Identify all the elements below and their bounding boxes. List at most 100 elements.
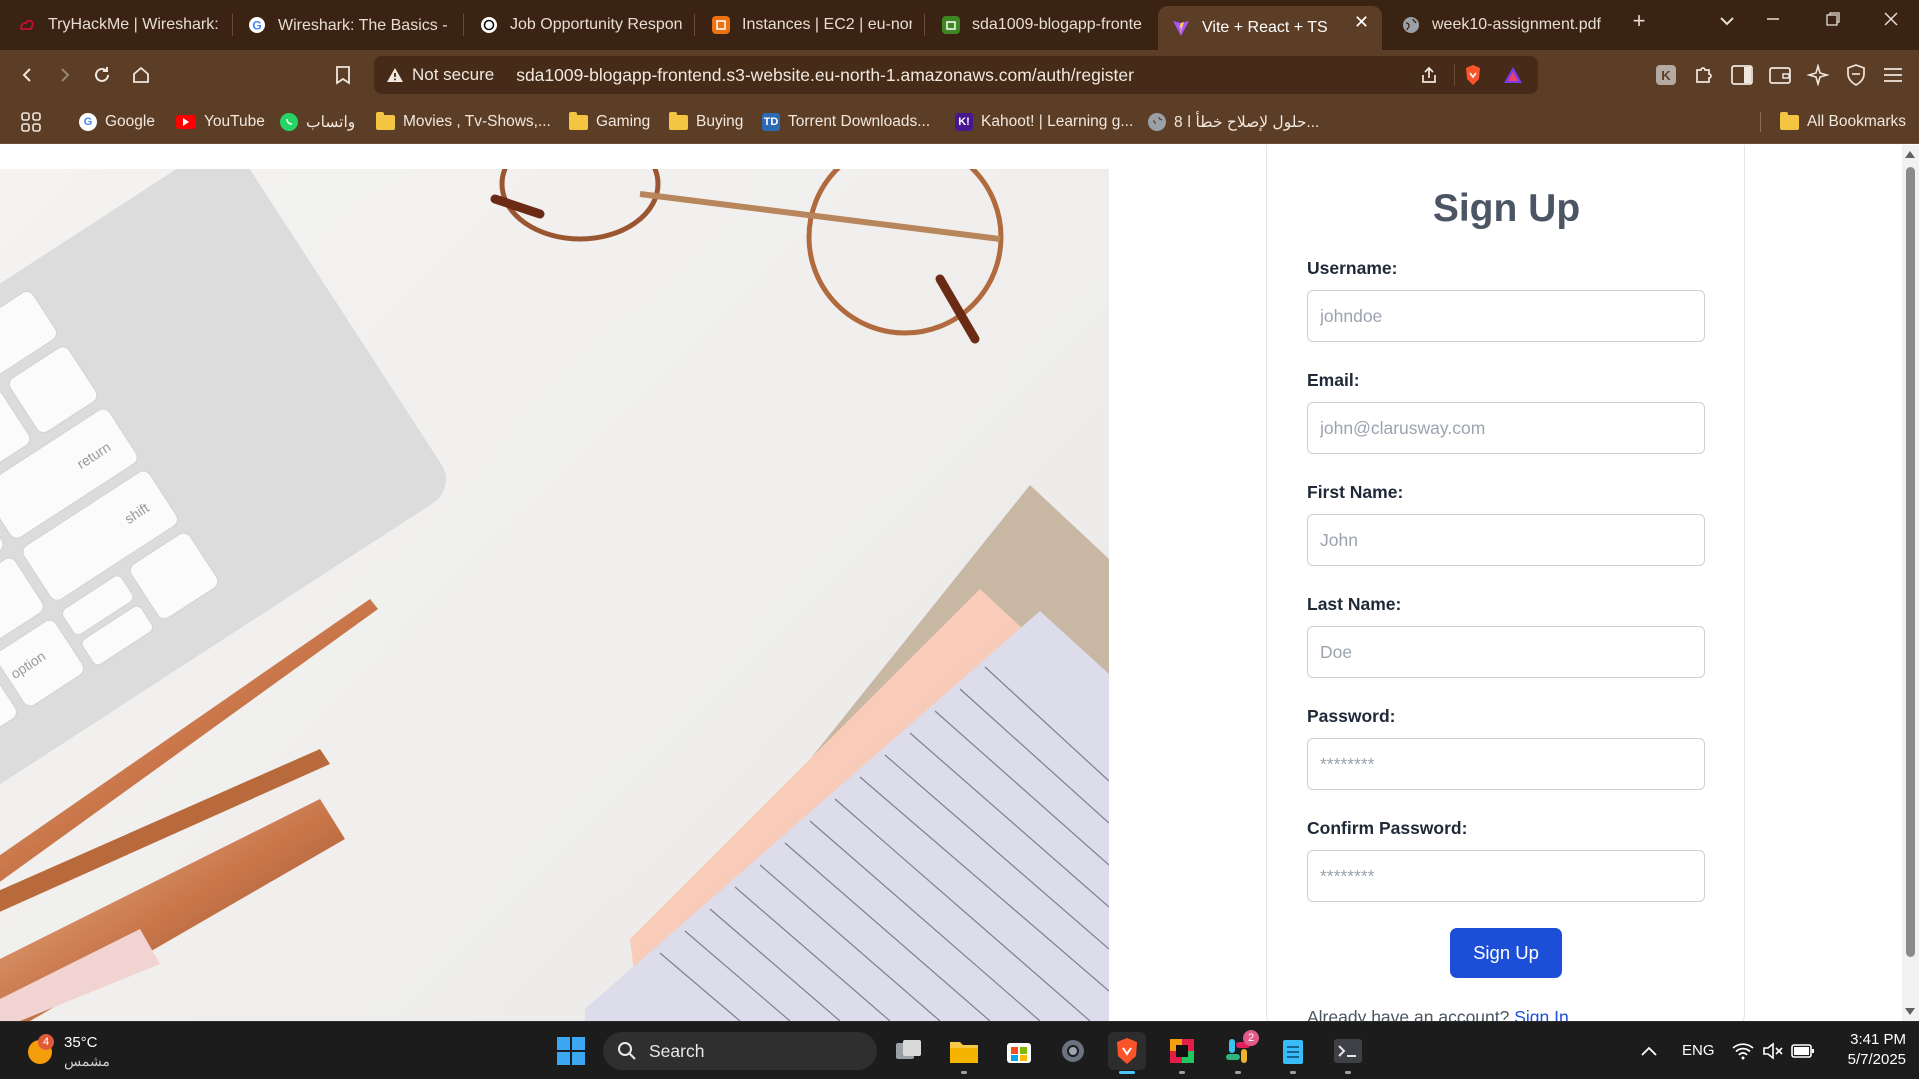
bookmark-label: Buying xyxy=(696,113,744,130)
task-view-icon[interactable] xyxy=(890,1032,928,1070)
apps-grid-icon[interactable] xyxy=(20,110,42,134)
bookmark-label: 8 حلول لإصلاح خطأ ا... xyxy=(1174,113,1320,131)
tryhackme-icon xyxy=(18,16,36,34)
tab-title: Instances | EC2 | eu-north xyxy=(742,16,912,33)
url-text[interactable]: sda1009-blogapp-frontend.s3-website.eu-n… xyxy=(516,65,1134,86)
tab-tryhackme[interactable]: TryHackMe | Wireshark: Th xyxy=(18,6,222,44)
bookmark-arabic-article[interactable]: 8 حلول لإصلاح خطأ ا... xyxy=(1148,110,1319,134)
extension-icon[interactable]: K xyxy=(1653,62,1679,88)
password-input[interactable] xyxy=(1307,738,1705,790)
torrent-icon: TD xyxy=(762,113,780,131)
last-name-input[interactable] xyxy=(1307,626,1705,678)
brave-browser-icon[interactable] xyxy=(1108,1032,1146,1074)
clock-time: 3:41 PM xyxy=(1850,1031,1906,1048)
clock-date: 5/7/2025 xyxy=(1847,1051,1906,1068)
all-bookmarks[interactable]: All Bookmarks xyxy=(1780,110,1906,134)
last-name-label: Last Name: xyxy=(1307,594,1402,614)
weather-widget[interactable]: 4 35°C مشمس xyxy=(24,1034,144,1070)
warning-triangle-icon xyxy=(387,68,403,82)
forward-arrow-icon[interactable] xyxy=(52,62,78,88)
page-content: deletereturn shiftoption xyxy=(0,145,1919,1021)
vpn-shield-icon[interactable] xyxy=(1843,62,1869,88)
scrollbar-thumb[interactable] xyxy=(1906,167,1915,957)
tab-week10-pdf[interactable]: week10-assignment.pdf xyxy=(1402,6,1602,44)
menu-icon[interactable] xyxy=(1880,62,1906,88)
google-icon: G xyxy=(248,16,266,34)
tab-search-chevron-icon[interactable] xyxy=(1712,10,1742,31)
tab-s3-bucket[interactable]: sda1009-blogapp-fronten xyxy=(942,6,1142,44)
sidebar-icon[interactable] xyxy=(1729,62,1755,88)
taskbar-search[interactable]: Search xyxy=(603,1032,877,1070)
jetbrains-icon[interactable] xyxy=(1163,1032,1201,1074)
bookmark-label: YouTube xyxy=(204,113,265,130)
back-arrow-icon[interactable] xyxy=(14,62,40,88)
windows-start-icon[interactable] xyxy=(552,1032,590,1070)
bookmark-label: All Bookmarks xyxy=(1807,113,1907,130)
bookmark-folder-buying[interactable]: Buying xyxy=(669,110,743,134)
bookmark-whatsapp[interactable]: واتساب xyxy=(280,110,355,134)
tab-title: Vite + React + TS xyxy=(1202,19,1328,36)
tab-vite-react-ts[interactable]: Vite + React + TS xyxy=(1158,6,1382,50)
microsoft-store-icon[interactable] xyxy=(1000,1032,1038,1070)
confirm-password-input[interactable] xyxy=(1307,850,1705,902)
reload-icon[interactable] xyxy=(89,62,115,88)
svg-text:K: K xyxy=(1661,68,1671,83)
search-icon xyxy=(618,1042,636,1060)
folder-icon xyxy=(569,111,588,130)
tab-job-opportunity[interactable]: Job Opportunity Response xyxy=(480,6,682,44)
first-name-input[interactable] xyxy=(1307,514,1705,566)
terminal-icon[interactable] xyxy=(1329,1032,1367,1074)
close-tab-icon[interactable]: ✕ xyxy=(1354,12,1369,33)
leo-ai-icon[interactable] xyxy=(1805,62,1831,88)
bookmark-label: Torrent Downloads... xyxy=(788,113,931,130)
kahoot-icon: K! xyxy=(955,113,973,131)
bookmark-folder-gaming[interactable]: Gaming xyxy=(569,110,650,134)
globe-icon xyxy=(1148,113,1166,131)
settings-gear-icon[interactable] xyxy=(1054,1032,1092,1070)
show-hidden-icons-chevron-icon[interactable] xyxy=(1630,1032,1668,1070)
input-language[interactable]: ENG xyxy=(1682,1042,1715,1059)
system-clock[interactable]: 3:41 PM 5/7/2025 xyxy=(1826,1030,1906,1070)
scroll-down-arrow-icon[interactable] xyxy=(1905,1008,1915,1015)
tab-title: Wireshark: The Basics - ی xyxy=(278,17,450,34)
signin-link[interactable]: Sign In xyxy=(1514,1007,1568,1021)
brave-rewards-icon[interactable] xyxy=(1500,62,1526,88)
bookmark-folder-movies[interactable]: Movies , Tv-Shows,... xyxy=(376,110,551,134)
restore-button[interactable] xyxy=(1818,10,1848,31)
running-indicator xyxy=(1179,1071,1185,1074)
aws-s3-icon xyxy=(942,16,960,34)
tab-ec2-instances[interactable]: Instances | EC2 | eu-north xyxy=(712,6,912,44)
form-title: Sign Up xyxy=(1432,187,1581,230)
minimize-button[interactable] xyxy=(1758,10,1788,31)
wallet-icon[interactable] xyxy=(1767,62,1793,88)
address-bar[interactable]: Not secure sda1009-blogapp-frontend.s3-w… xyxy=(374,56,1538,94)
site-security-indicator[interactable]: Not secure xyxy=(386,65,494,85)
scroll-up-arrow-icon[interactable] xyxy=(1905,151,1915,158)
tab-wireshark-basics[interactable]: G Wireshark: The Basics - ی xyxy=(248,6,450,44)
puzzle-icon[interactable] xyxy=(1691,62,1717,88)
share-icon[interactable] xyxy=(1416,62,1442,88)
running-indicator xyxy=(1235,1071,1241,1074)
new-tab-button[interactable]: + xyxy=(1624,8,1654,34)
slack-icon[interactable]: 2 xyxy=(1219,1030,1259,1074)
email-input[interactable] xyxy=(1307,402,1705,454)
already-account-text: Already have an account? xyxy=(1307,1007,1510,1021)
bookmark-torrent[interactable]: TD Torrent Downloads... xyxy=(762,110,930,134)
bookmark-kahoot[interactable]: K! Kahoot! | Learning g... xyxy=(955,110,1133,134)
vertical-scrollbar[interactable] xyxy=(1902,145,1919,1021)
search-label: Search xyxy=(649,1040,705,1061)
brave-shields-icon[interactable] xyxy=(1460,62,1486,88)
home-icon[interactable] xyxy=(128,62,154,88)
bookmark-icon[interactable] xyxy=(330,62,356,88)
battery-icon[interactable] xyxy=(1784,1032,1822,1070)
file-explorer-icon[interactable] xyxy=(945,1032,983,1074)
notepad-icon[interactable] xyxy=(1274,1032,1312,1074)
bookmark-youtube[interactable]: YouTube xyxy=(176,110,265,134)
close-window-button[interactable] xyxy=(1876,10,1906,31)
username-label: Username: xyxy=(1307,258,1398,278)
globe-icon xyxy=(1402,16,1420,34)
chatgpt-icon xyxy=(480,16,498,34)
signup-submit-button[interactable]: Sign Up xyxy=(1450,928,1562,978)
username-input[interactable] xyxy=(1307,290,1705,342)
bookmark-google[interactable]: G Google xyxy=(79,110,155,134)
